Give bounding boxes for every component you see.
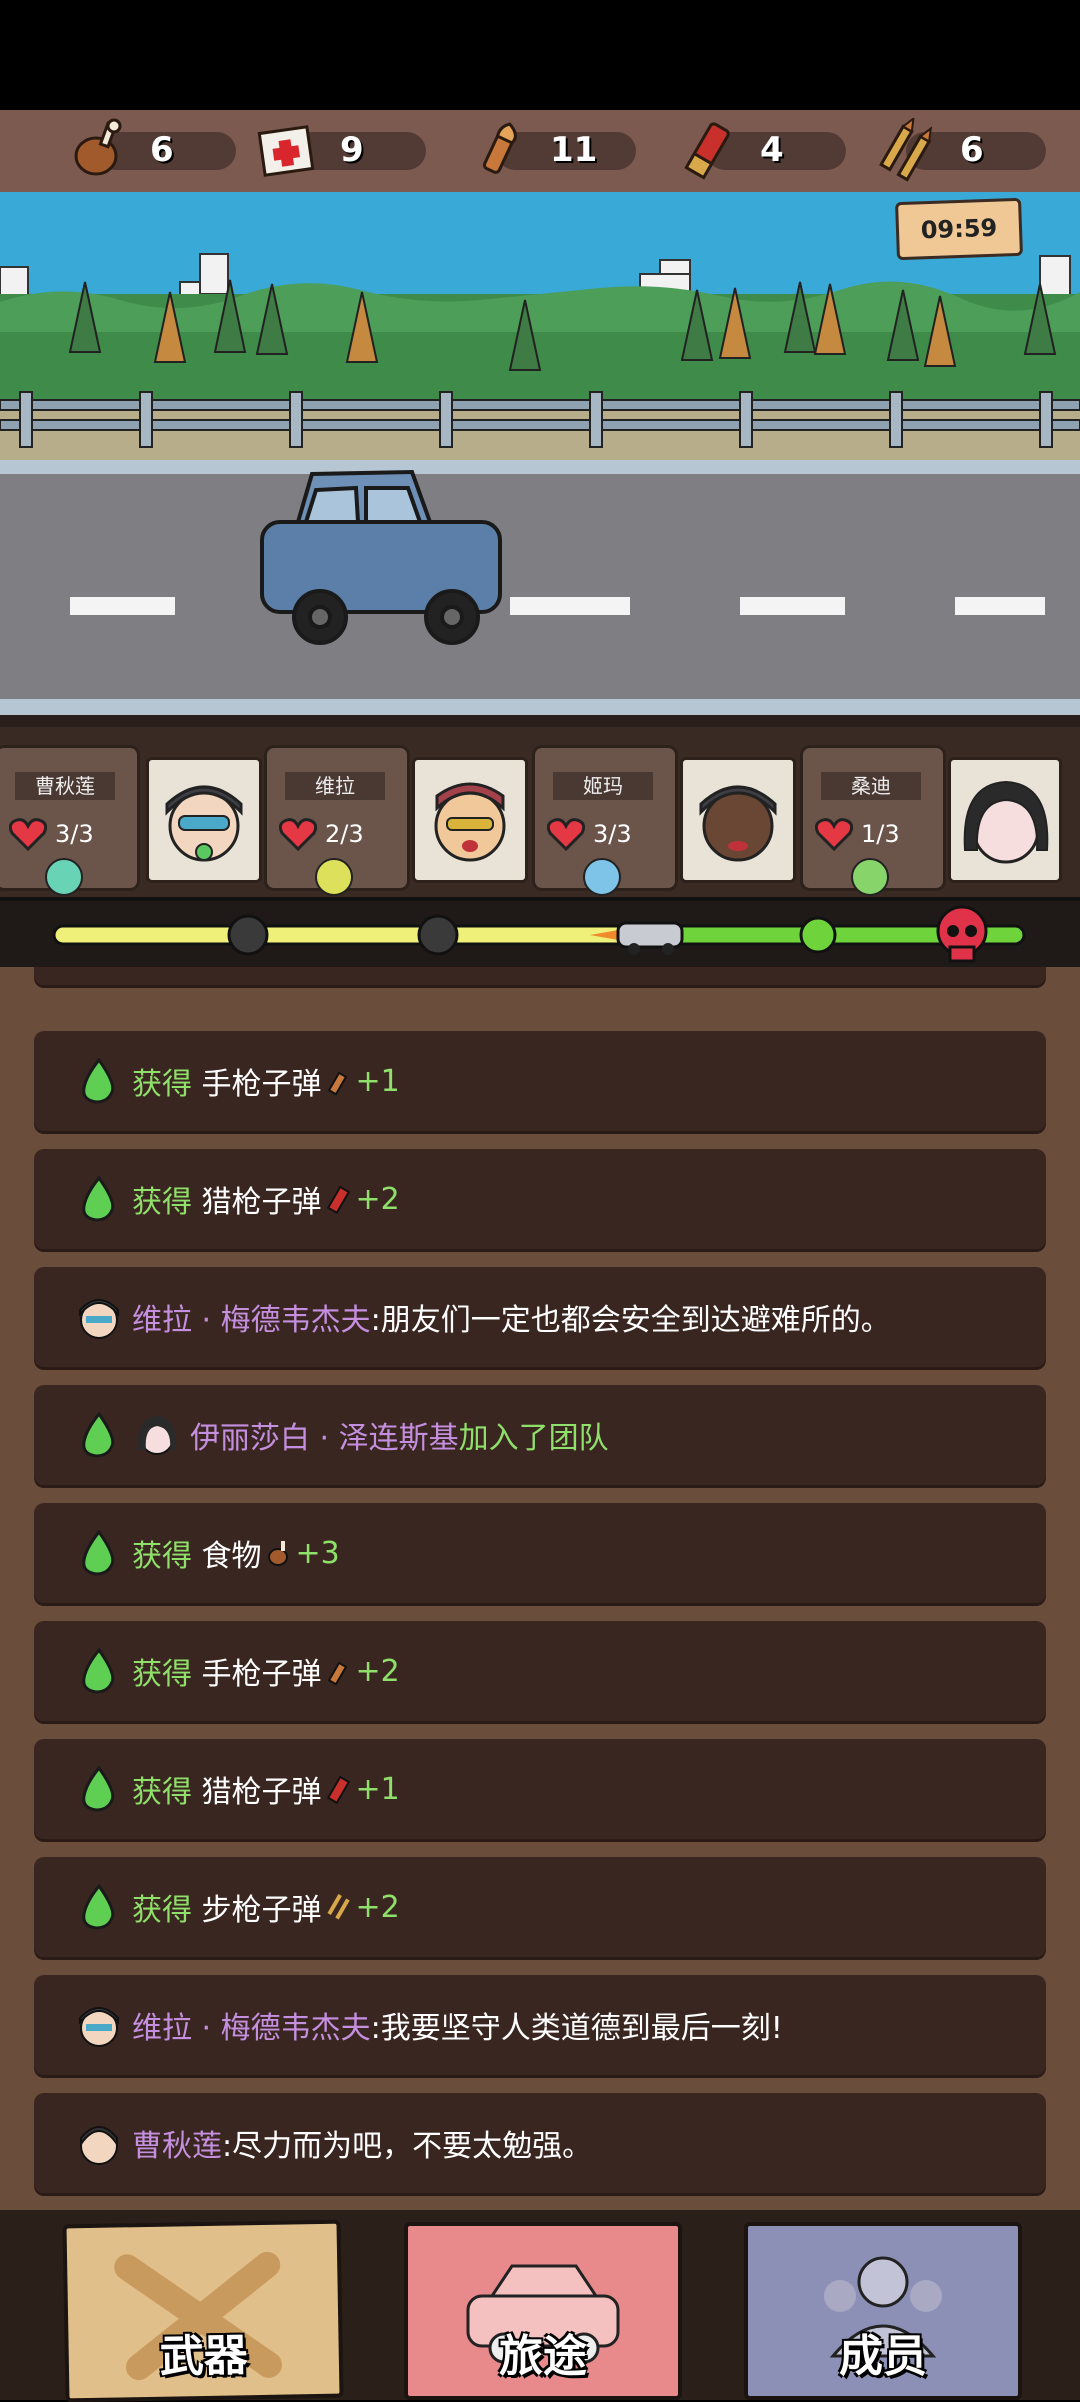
journey-progress [0,897,1080,975]
portrait-5-icon [963,780,1049,864]
member-hp-value: 2/3 [325,820,364,848]
log-entry-partial [34,967,1046,985]
heart-icon [9,818,47,851]
event-log[interactable]: 获得 手枪子弹 +1 获得 猎枪子弹 +2 维拉 · 梅德韦杰夫:朋友们一定也都会安… [0,967,1080,2210]
pistol-bullet-icon [482,122,517,174]
member-hp: 1/3 [815,816,925,852]
green-drop-icon [82,1175,115,1222]
mood-sad-icon [583,858,621,896]
log-entry: 维拉 · 梅德韦杰夫:朋友们一定也都会安全到达避难所的。 [34,1267,1046,1367]
waypoint-icon [799,916,837,954]
green-drop-icon [82,1883,115,1930]
log-entry: 获得 食物 +3 [34,1503,1046,1603]
shotgun-shell-icon [684,122,730,180]
green-drop-icon [82,1411,115,1458]
road-scene: 09:59 [0,192,1080,727]
member-portrait[interactable] [948,757,1062,883]
member-name: 维拉 [285,772,385,800]
pistol-ammo-count: 11 [550,130,598,170]
tab-members[interactable]: 成员 [744,2222,1022,2400]
shotgun-ammo-count: 4 [760,130,784,170]
medkit-icon [257,125,315,177]
rifle-bullets-icon [879,118,933,182]
mood-grin-icon [315,858,353,896]
member-name: 桑迪 [821,772,921,800]
party-panel: 曹秋莲 3/3 维拉 2/3 姬玛 3/3 桑迪 1/3 [0,727,1080,897]
medkit-resource: 9 [256,118,426,182]
tab-weapons[interactable]: 武器 [62,2219,344,2402]
party-member-2[interactable]: 维拉 2/3 [264,745,410,896]
rifle-ammo-resource: 6 [876,118,1046,182]
log-entry: 获得 手枪子弹 +2 [34,1621,1046,1721]
scene-illustration [0,192,1080,727]
party-member-1[interactable]: 曹秋莲 3/3 [0,745,140,896]
log-entry: 获得 猎枪子弹 +1 [34,1739,1046,1839]
green-drop-icon [82,1529,115,1576]
portrait-2-icon [434,782,506,862]
pistol-ammo-resource: 11 [466,118,636,182]
pistol-bullet-icon [327,1071,347,1096]
progress-track [52,905,1026,963]
mood-neutral-icon [45,858,83,896]
party-member-3[interactable]: 姬玛 3/3 [532,745,678,896]
member-hp: 2/3 [279,816,389,852]
log-entry: 伊丽莎白 · 泽连斯基 加入了团队 [34,1385,1046,1485]
elizabeth-avatar-icon [137,1416,177,1455]
shotgun-ammo-resource: 4 [676,118,846,182]
tab-members-label: 成员 [839,2331,927,2382]
resource-bar: 6 9 11 4 6 [0,110,1080,196]
shotgun-shell-icon [326,1185,350,1214]
log-entry: 获得 步枪子弹 +2 [34,1857,1046,1957]
member-name: 姬玛 [553,772,653,800]
member-hp-value: 1/3 [861,820,900,848]
food-resource: 6 [66,118,236,182]
log-entry: 获得 猎枪子弹 +2 [34,1149,1046,1249]
skull-icon [936,905,988,963]
waypoint-icon [417,914,459,956]
medkit-count: 9 [340,130,364,170]
cao-avatar-icon [80,2126,118,2165]
heart-icon [279,818,317,851]
member-hp-value: 3/3 [593,820,632,848]
timer: 09:59 [895,197,1023,261]
green-drop-icon [82,1647,115,1694]
shotgun-shell-icon [326,1775,350,1804]
log-entry: 获得 手枪子弹 +1 [34,1031,1046,1131]
heart-icon [547,818,585,851]
heart-icon [815,818,853,851]
food-count: 6 [150,130,174,170]
drumstick-icon [74,118,122,176]
waypoint-icon [227,914,269,956]
member-hp: 3/3 [9,816,119,852]
rifle-bullets-icon [326,1893,350,1920]
green-drop-icon [82,1057,115,1104]
green-drop-icon [82,1765,115,1812]
drumstick-icon [267,1541,288,1566]
member-portrait[interactable] [680,757,796,883]
member-hp-value: 3/3 [55,820,94,848]
party-member-4[interactable]: 桑迪 1/3 [800,745,946,896]
tab-journey[interactable]: 旅途 [404,2222,682,2400]
mood-happy-icon [851,858,889,896]
member-portrait[interactable] [146,757,262,883]
bottom-nav: 武器 旅途 成员 [0,2210,1080,2402]
log-entry: 曹秋莲:尽力而为吧，不要太勉强。 [34,2093,1046,2193]
log-entry: 维拉 · 梅德韦杰夫:我要坚守人类道德到最后一刻! [34,1975,1046,2075]
portrait-3-icon [699,785,777,862]
vera-avatar-icon [79,2007,119,2047]
rifle-ammo-count: 6 [960,130,984,170]
tab-journey-label: 旅途 [499,2331,587,2382]
member-name: 曹秋莲 [15,772,115,800]
pistol-bullet-icon [327,1661,347,1686]
vera-avatar-icon [79,1299,119,1339]
member-portrait[interactable] [412,757,528,883]
portrait-1-icon [165,785,243,862]
member-hp: 3/3 [547,816,657,852]
tab-weapons-label: 武器 [159,2330,249,2383]
